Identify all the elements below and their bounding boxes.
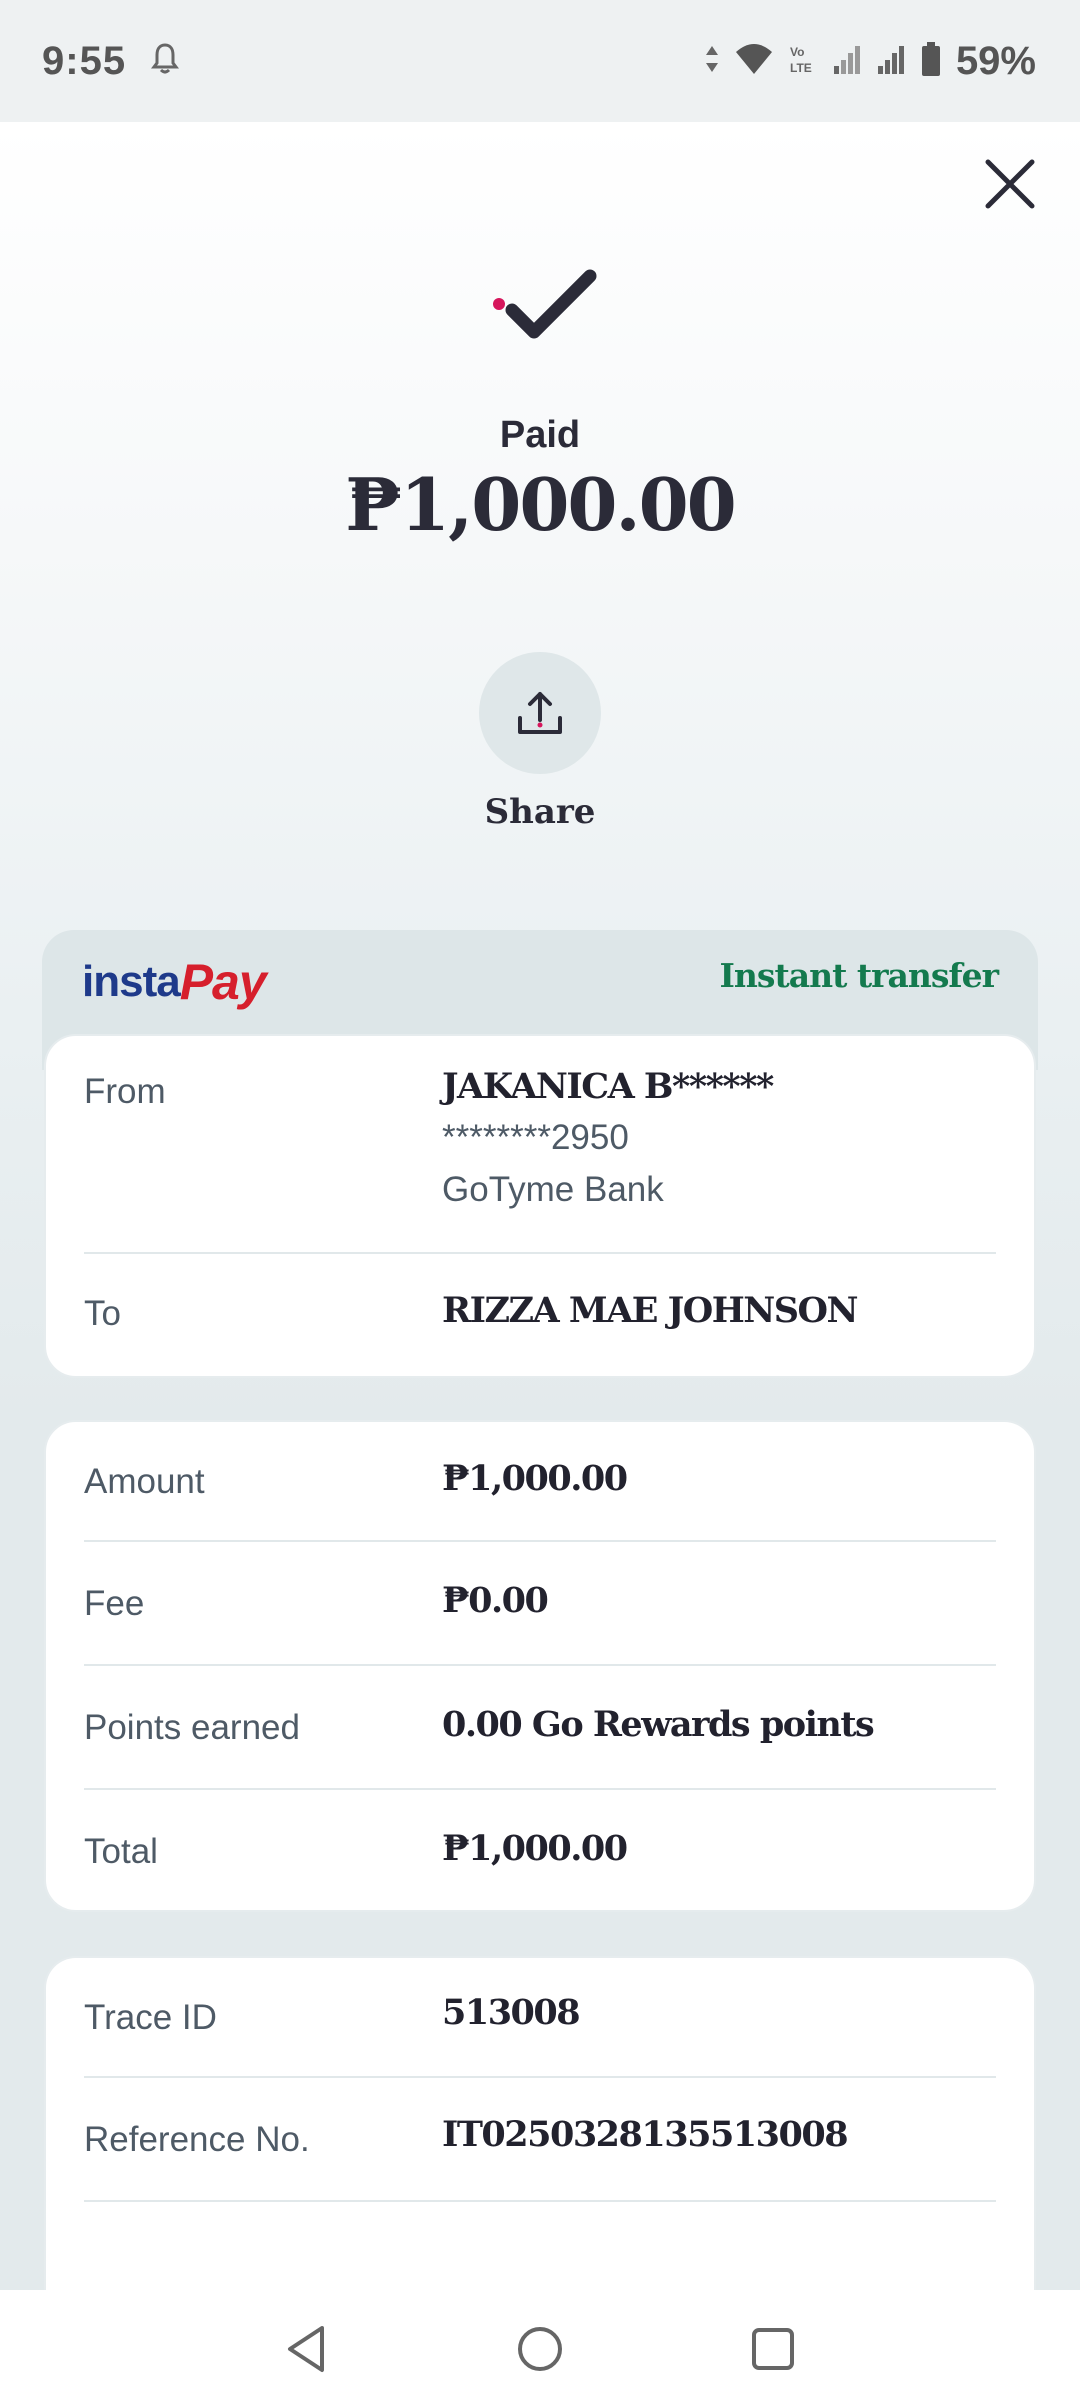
reference-row: Reference No. IT0250328135513008 [84, 2078, 996, 2202]
total-row: Total ₱1,000.00 [84, 1790, 996, 1910]
from-bank: GoTyme Bank [442, 1170, 664, 1209]
trace-value: 513008 [442, 1992, 581, 2033]
volte-icon: Vo LTE [788, 42, 818, 81]
total-label: Total [84, 1832, 158, 1871]
fee-label: Fee [84, 1584, 145, 1623]
payment-status: Paid [499, 414, 581, 456]
from-account: ********2950 [442, 1118, 629, 1157]
signal-icon [832, 42, 862, 81]
home-icon[interactable] [515, 2324, 565, 2374]
from-name: JAKANICA B****** [442, 1066, 774, 1107]
battery-percent: 59% [955, 38, 1036, 83]
trace-label: Trace ID [84, 1998, 217, 2037]
data-arrows-icon [704, 42, 720, 81]
trace-row: Trace ID 513008 [84, 1958, 996, 2078]
ids-card: Trace ID 513008 Reference No. IT02503281… [44, 1956, 1036, 2290]
paid-amount: ₱1,000.00 [345, 462, 737, 547]
to-row: To RIZZA MAE JOHNSON [84, 1254, 996, 1374]
share-icon[interactable] [515, 688, 565, 738]
parties-card: From JAKANICA B****** ********2950 GoTym… [44, 1034, 1036, 1378]
reference-value: IT0250328135513008 [442, 2114, 849, 2155]
navigation-bar [0, 2290, 1080, 2408]
home-button[interactable] [505, 2314, 575, 2384]
instapay-logo-part2: Pay [179, 954, 267, 1010]
status-bar: 9:55 Vo LTE 59% [0, 0, 1080, 122]
fee-value: ₱0.00 [442, 1580, 549, 1621]
close-button[interactable] [978, 152, 1042, 216]
instapay-logo: insta Pay [82, 952, 267, 1012]
close-icon[interactable] [978, 152, 1042, 216]
reference-label: Reference No. [84, 2120, 310, 2159]
checkmark-icon [480, 258, 600, 358]
fee-row: Fee ₱0.00 [84, 1542, 996, 1666]
payment-receipt-screen: Paid ₱1,000.00 Share insta Pay Instant t… [0, 122, 1080, 2290]
points-row: Points earned 0.00 Go Rewards points [84, 1666, 996, 1790]
to-label: To [84, 1294, 121, 1333]
share-label: Share [484, 792, 596, 832]
svg-text:LTE: LTE [790, 61, 812, 75]
to-name: RIZZA MAE JOHNSON [442, 1290, 859, 1331]
from-label: From [84, 1072, 166, 1111]
amount-label: Amount [84, 1462, 205, 1501]
recents-icon[interactable] [748, 2324, 798, 2374]
share-button[interactable] [479, 652, 601, 774]
total-value: ₱1,000.00 [442, 1828, 628, 1869]
amount-value: ₱1,000.00 [442, 1458, 628, 1499]
instapay-logo-part1: insta [82, 957, 181, 1006]
amounts-card: Amount ₱1,000.00 Fee ₱0.00 Points earned… [44, 1420, 1036, 1912]
svg-text:Vo: Vo [790, 45, 804, 59]
back-button[interactable] [272, 2314, 342, 2384]
back-icon[interactable] [282, 2322, 332, 2376]
wifi-icon [734, 42, 774, 81]
transfer-type: Instant transfer [719, 956, 999, 995]
signal-icon [876, 42, 906, 81]
recents-button[interactable] [738, 2314, 808, 2384]
battery-icon [920, 41, 942, 82]
from-row: From JAKANICA B****** ********2950 GoTym… [84, 1036, 996, 1254]
bell-icon [150, 42, 180, 81]
amount-row: Amount ₱1,000.00 [84, 1422, 996, 1542]
points-label: Points earned [84, 1708, 300, 1747]
points-value: 0.00 Go Rewards points [442, 1704, 875, 1745]
status-time: 9:55 [42, 38, 127, 83]
